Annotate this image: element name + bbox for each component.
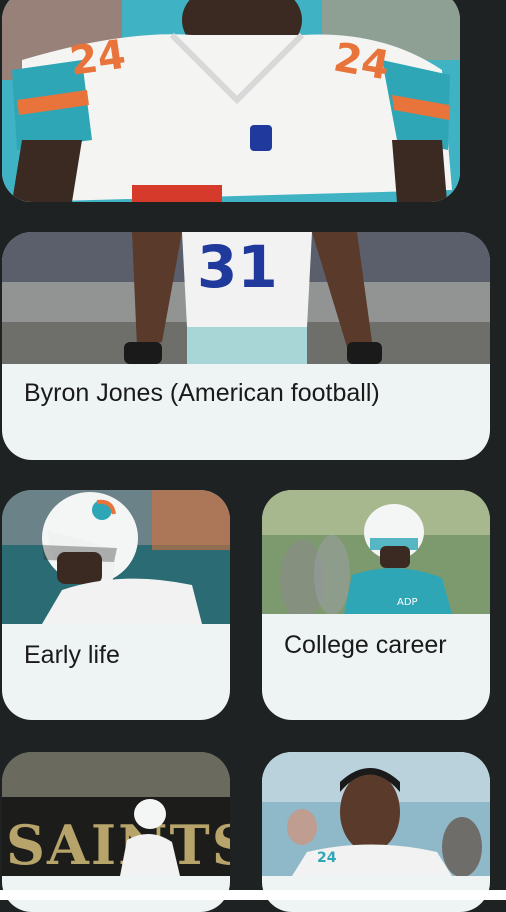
svg-text:ADP: ADP [397, 597, 418, 608]
early-life-photo [2, 490, 230, 624]
article-card-bottom-right[interactable]: 24 [262, 752, 490, 912]
card-title: Byron Jones (American football) [24, 379, 380, 407]
svg-text:24: 24 [330, 35, 393, 90]
top-photo-card[interactable]: 24 24 [2, 0, 460, 202]
svg-text:31: 31 [197, 233, 278, 301]
bottom-bar [0, 890, 506, 900]
svg-text:24: 24 [67, 32, 129, 85]
card-title: Early life [24, 641, 120, 669]
article-card-college-career[interactable]: ADP College career [262, 490, 490, 720]
card-title: College career [284, 631, 447, 659]
saints-game-photo: SAINTS [2, 752, 230, 876]
svg-text:SAINTS: SAINTS [6, 813, 230, 876]
article-card-bottom-left[interactable]: SAINTS [2, 752, 230, 912]
article-card-main[interactable]: 31 Byron Jones (American football) [2, 232, 490, 460]
article-card-early-life[interactable]: Early life [2, 490, 230, 720]
cowboys-player-photo: 31 [2, 232, 490, 364]
svg-text:24: 24 [317, 850, 337, 866]
player-portrait-photo: 24 [262, 752, 490, 876]
college-career-photo: ADP [262, 490, 490, 614]
dolphins-jersey-photo: 24 24 [2, 0, 460, 202]
